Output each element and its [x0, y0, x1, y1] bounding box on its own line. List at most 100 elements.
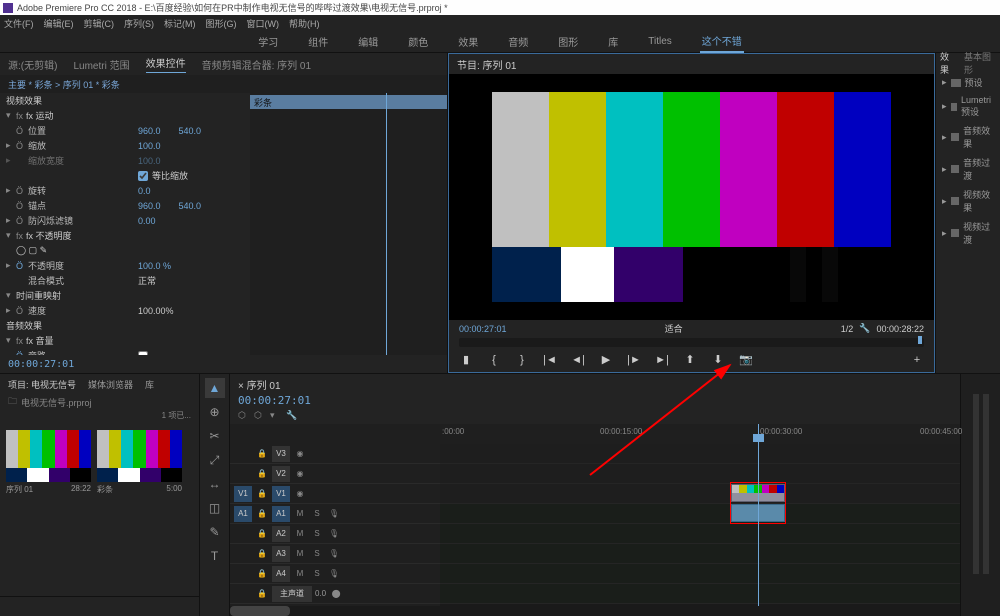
step-forward-button[interactable]: |► — [627, 353, 641, 367]
val-anchor-y[interactable]: 540.0 — [179, 201, 202, 211]
project-bins[interactable]: 序列 0128:22 彩条5:00 — [0, 424, 199, 596]
bin-bars[interactable]: 彩条5:00 — [97, 430, 182, 497]
workspace-titles[interactable]: Titles — [646, 33, 674, 50]
fx-opacity[interactable]: fx 不透明度 — [26, 229, 72, 242]
effects-lumetri[interactable]: ▸Lumetri 预设 — [936, 92, 1000, 121]
button-editor-plus[interactable]: + — [910, 353, 924, 367]
workspace-learn[interactable]: 学习 — [256, 31, 280, 52]
effects-video-fx[interactable]: ▸视频效果 — [936, 185, 1000, 217]
menu-graphics[interactable]: 图形(G) — [206, 17, 237, 30]
val-position-y[interactable]: 540.0 — [179, 126, 202, 136]
menu-marker[interactable]: 标记(M) — [164, 17, 196, 30]
workspace-graphics[interactable]: 图形 — [556, 31, 580, 52]
workspace-assembly[interactable]: 组件 — [306, 31, 330, 52]
tab-audio-mixer[interactable]: 音频剪辑混合器: 序列 01 — [202, 57, 311, 72]
track-select-tool[interactable]: ⊕ — [205, 402, 225, 422]
timeline-zoom-scrollbar[interactable] — [230, 606, 895, 616]
workspace-audio[interactable]: 音频 — [506, 31, 530, 52]
timeline-ruler[interactable]: :00:00 00:00:15:00 00:00:30:00 00:00:45:… — [440, 424, 960, 444]
zoom-thumb[interactable] — [230, 606, 290, 616]
tab-essential-graphics[interactable]: 基本图形 — [964, 50, 996, 76]
extract-button[interactable]: ⬇ — [711, 353, 725, 367]
markers-icon[interactable]: ▾ — [270, 410, 282, 422]
track-master[interactable]: 🔒主声道0.0⬤ — [230, 584, 440, 604]
pen-tool[interactable]: ◫ — [205, 498, 225, 518]
program-timecode-left[interactable]: 00:00:27:01 — [459, 324, 507, 334]
program-scrubber[interactable] — [459, 338, 924, 347]
val-speed[interactable]: 100.00% — [138, 306, 174, 316]
workspace-effects[interactable]: 效果 — [456, 31, 480, 52]
project-toolbar[interactable] — [0, 596, 199, 616]
track-a4[interactable]: 🔒A4MS🎙 — [230, 564, 440, 584]
razor-tool[interactable]: ⤢ — [205, 450, 225, 470]
track-a2[interactable]: 🔒A2MS🎙 — [230, 524, 440, 544]
linked-selection-icon[interactable]: ⬡ — [254, 410, 266, 422]
ec-properties[interactable]: 视频效果 ▾fxfx 运动 Ö位置960.0540.0 ▸Ö缩放100.0 ▸缩… — [0, 93, 250, 355]
val-position-x[interactable]: 960.0 — [138, 126, 161, 136]
prop-rotation[interactable]: 旋转 — [28, 184, 138, 197]
ec-keyframe-area[interactable]: 00:00:25:00 彩条 — [250, 93, 447, 355]
tab-library[interactable]: 库 — [145, 378, 154, 391]
ec-clip-bar[interactable]: 彩条 — [250, 95, 447, 109]
menu-window[interactable]: 窗口(W) — [247, 17, 280, 30]
step-back-button[interactable]: ◄| — [571, 353, 585, 367]
val-anchor-x[interactable]: 960.0 — [138, 201, 161, 211]
add-marker-button[interactable]: ▮ — [459, 353, 473, 367]
prop-speed[interactable]: 速度 — [28, 304, 138, 317]
prop-opacity[interactable]: 不透明度 — [28, 259, 138, 272]
workspace-library[interactable]: 库 — [606, 31, 620, 52]
menu-sequence[interactable]: 序列(S) — [124, 17, 154, 30]
val-rotation[interactable]: 0.0 — [138, 186, 151, 196]
menu-bar[interactable]: 文件(F) 编辑(E) 剪辑(C) 序列(S) 标记(M) 图形(G) 窗口(W… — [0, 15, 1000, 31]
fx-timeremap[interactable]: 时间重映射 — [16, 289, 61, 302]
ec-timecode[interactable]: 00:00:27:01 — [0, 355, 447, 373]
timeline-tab[interactable]: × 序列 01 — [230, 374, 960, 394]
timeline-tracks[interactable]: :00:00 00:00:15:00 00:00:30:00 00:00:45:… — [440, 424, 960, 616]
prop-antiflicker[interactable]: 防闪烁滤镜 — [28, 214, 138, 227]
lift-button[interactable]: ⬆ — [683, 353, 697, 367]
fx-motion[interactable]: fx 运动 — [26, 109, 244, 122]
project-path[interactable]: 电视无信号.prproj — [21, 396, 92, 409]
track-a1[interactable]: A1🔒A1MS🎙 — [230, 504, 440, 524]
tab-source[interactable]: 源:(无剪辑) — [8, 57, 57, 72]
val-opacity[interactable]: 100.0 % — [138, 261, 171, 271]
timeline-timecode[interactable]: 00:00:27:01 — [230, 394, 960, 410]
ec-playhead[interactable] — [386, 93, 387, 355]
effects-video-trans[interactable]: ▸视频过渡 — [936, 217, 1000, 249]
mark-out-button[interactable]: } — [515, 353, 529, 367]
menu-file[interactable]: 文件(F) — [4, 17, 34, 30]
mark-in-button[interactable]: { — [487, 353, 501, 367]
track-v2[interactable]: 🔒V2◉ — [230, 464, 440, 484]
menu-clip[interactable]: 剪辑(C) — [84, 17, 115, 30]
val-antiflicker[interactable]: 0.00 — [138, 216, 156, 226]
track-v3[interactable]: 🔒V3◉ — [230, 444, 440, 464]
ripple-edit-tool[interactable]: ✂ — [205, 426, 225, 446]
menu-help[interactable]: 帮助(H) — [289, 17, 320, 30]
fx-volume[interactable]: fx 音量 — [26, 334, 54, 347]
snap-icon[interactable]: ⬡ — [238, 410, 250, 422]
wrench-icon[interactable]: 🔧 — [859, 323, 870, 334]
effects-audio-trans[interactable]: ▸音频过渡 — [936, 153, 1000, 185]
workspace-editing[interactable]: 编辑 — [356, 31, 380, 52]
hand-tool[interactable]: ✎ — [205, 522, 225, 542]
program-resolution[interactable]: 1/2 — [841, 324, 854, 334]
go-to-out-button[interactable]: ►| — [655, 353, 669, 367]
tab-media-browser[interactable]: 媒体浏览器 — [88, 378, 133, 391]
track-v1[interactable]: V1🔒V1◉ — [230, 484, 440, 504]
program-playhead-marker[interactable] — [918, 336, 922, 344]
selection-tool[interactable]: ▲ — [205, 378, 225, 398]
track-a3[interactable]: 🔒A3MS🎙 — [230, 544, 440, 564]
checkbox-uniform-scale[interactable] — [138, 171, 148, 181]
effects-audio-fx[interactable]: ▸音频效果 — [936, 121, 1000, 153]
export-frame-button[interactable]: 📷 — [739, 353, 753, 367]
settings-icon[interactable]: 🔧 — [286, 410, 298, 422]
workspace-color[interactable]: 颜色 — [406, 31, 430, 52]
prop-scale[interactable]: 缩放 — [28, 139, 138, 152]
prop-blend[interactable]: 混合模式 — [28, 274, 138, 287]
go-to-in-button[interactable]: |◄ — [543, 353, 557, 367]
program-timecode-right[interactable]: 00:00:28:22 — [876, 324, 924, 334]
tab-lumetri-scopes[interactable]: Lumetri 范围 — [73, 57, 129, 72]
program-fit-dropdown[interactable]: 适合 — [665, 322, 683, 335]
menu-edit[interactable]: 编辑(E) — [44, 17, 74, 30]
prop-anchor[interactable]: 锚点 — [28, 199, 138, 212]
